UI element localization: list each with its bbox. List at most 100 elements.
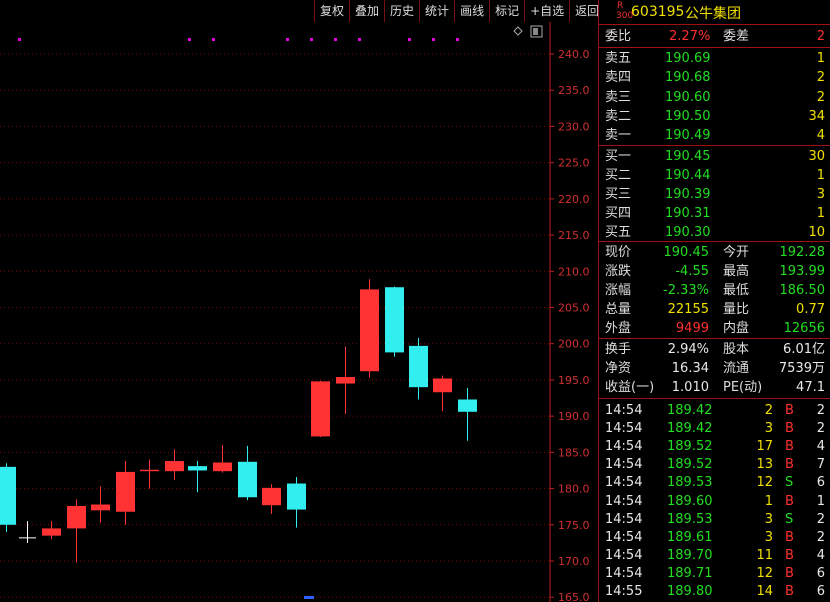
tick-price: 189.53 — [667, 511, 713, 527]
tick-volume: 2 — [764, 403, 773, 418]
tick-row[interactable]: 14:54 189.60 1 B 1 — [599, 492, 830, 511]
toolbar-button-1[interactable]: 叠加 — [349, 0, 384, 22]
order-price: 190.49 — [665, 128, 711, 144]
tick-row[interactable]: 14:54 189.71 12 B 6 — [599, 564, 830, 583]
toolbar-button-3[interactable]: 统计 — [419, 0, 454, 22]
weicha-value: 2 — [816, 29, 825, 44]
y-tick-label: 200.0 — [558, 338, 590, 351]
candle-body — [116, 471, 135, 512]
tick-price: 189.61 — [667, 529, 713, 545]
quote-row: 外盘 9499 内盘 12656 — [599, 319, 830, 338]
tick-count: 7 — [816, 457, 825, 473]
y-tick-label: 210.0 — [558, 265, 590, 278]
order-label: 卖四 — [605, 70, 632, 86]
tick-price: 189.52 — [667, 439, 713, 455]
tick-volume: 11 — [756, 547, 773, 563]
marker-dot — [334, 38, 337, 41]
candle-body — [287, 483, 306, 510]
marker-dot — [188, 38, 191, 41]
toolbar-button-6[interactable]: +自选 — [524, 0, 569, 22]
tick-side: B — [785, 493, 794, 509]
y-tick-label: 170.0 — [558, 555, 590, 568]
candle-body — [360, 289, 379, 372]
y-tick-label: 185.0 — [558, 446, 590, 459]
quote-panel: R 300 603195 公牛集团 委比 2.27% 委差 2 卖五 190.69… — [598, 0, 830, 602]
tick-side: B — [785, 547, 794, 563]
tick-side: B — [785, 403, 794, 418]
quote-row: 现价 190.45 今开 192.28 — [599, 243, 830, 262]
tick-price: 189.70 — [667, 547, 713, 563]
stat-row: 收益(一) 1.010 PE(动) 47.1 — [599, 378, 830, 397]
tick-count: 4 — [816, 547, 825, 563]
tick-price: 189.80 — [667, 584, 713, 599]
tick-volume: 17 — [756, 439, 773, 455]
stat-label: 股本 — [723, 342, 750, 357]
tick-row[interactable]: 14:54 189.42 2 B 2 — [599, 401, 830, 420]
tick-row[interactable]: 14:54 189.61 3 B 2 — [599, 528, 830, 547]
stat-label: 净资 — [605, 361, 632, 377]
tick-volume: 1 — [764, 493, 773, 509]
chart-toolbar: 复权 叠加 历史 统计 画线 标记 +自选 返回 — [314, 0, 604, 22]
candle-body — [238, 461, 257, 498]
tick-price: 189.42 — [667, 403, 713, 418]
tick-row[interactable]: 14:54 189.42 3 B 2 — [599, 419, 830, 438]
tick-side: S — [785, 511, 794, 527]
quote-value: 22155 — [667, 302, 709, 318]
marker-dot — [358, 38, 361, 41]
panel-toggle-fill — [533, 28, 538, 35]
weibi-value: 2.27% — [669, 29, 711, 44]
tick-side: B — [785, 457, 794, 473]
stock-code: 603195 — [631, 4, 685, 20]
candle-body — [91, 504, 110, 511]
candle-body — [140, 469, 159, 472]
buy-row: 买一 190.45 30 — [599, 147, 830, 166]
quote-value: 192.28 — [779, 245, 826, 260]
tick-row[interactable]: 14:54 189.70 11 B 4 — [599, 546, 830, 565]
buy-row: 买五 190.30 10 — [599, 223, 830, 242]
candle-body — [67, 505, 86, 529]
tick-count: 6 — [816, 475, 825, 491]
quote-value: -2.33% — [663, 283, 709, 299]
y-tick-label: 220.0 — [558, 193, 590, 206]
order-label: 买四 — [605, 206, 632, 222]
toolbar-button-0[interactable]: 复权 — [314, 0, 349, 22]
quote-label: 总量 — [605, 302, 632, 318]
tick-volume: 3 — [764, 421, 773, 437]
tick-row[interactable]: 14:55 189.80 14 B 6 — [599, 582, 830, 601]
tick-time: 14:54 — [605, 565, 643, 581]
marker-dot — [456, 38, 459, 41]
marker-dot — [408, 38, 411, 41]
y-tick-label: 235.0 — [558, 84, 590, 97]
order-label: 买一 — [605, 149, 632, 164]
order-volume: 1 — [816, 168, 825, 184]
sell-row: 卖五 190.69 1 — [599, 49, 830, 68]
order-price: 190.60 — [665, 89, 711, 105]
toolbar-button-4[interactable]: 画线 — [454, 0, 489, 22]
candle-body — [385, 287, 404, 353]
quote-row: 总量 22155 量比 0.77 — [599, 300, 830, 319]
y-tick-label: 205.0 — [558, 302, 590, 315]
tick-side: B — [785, 421, 794, 437]
quote-value: 193.99 — [779, 264, 826, 280]
tick-price: 189.71 — [667, 565, 713, 581]
candle-body — [409, 345, 428, 388]
order-volume: 1 — [816, 206, 825, 222]
tick-row[interactable]: 14:54 189.53 3 S 2 — [599, 510, 830, 529]
quote-value: 0.77 — [796, 302, 825, 318]
candle-body — [0, 466, 16, 525]
toolbar-button-5[interactable]: 标记 — [489, 0, 524, 22]
tick-count: 4 — [816, 439, 825, 455]
order-label: 卖三 — [605, 89, 632, 105]
order-volume: 2 — [816, 70, 825, 86]
tick-row[interactable]: 14:54 189.52 13 B 7 — [599, 455, 830, 474]
tick-row[interactable]: 14:54 189.53 12 S 6 — [599, 473, 830, 492]
candlestick-chart[interactable]: 240.0 235.0 230.0 225.0 220.0 215.0 210.0 205.0… — [0, 22, 598, 602]
candle-body — [213, 462, 232, 472]
tick-count: 2 — [816, 403, 825, 418]
sell-row: 卖二 190.50 34 — [599, 107, 830, 126]
buy-row: 买二 190.44 1 — [599, 166, 830, 185]
candle-body — [336, 377, 355, 384]
tick-row[interactable]: 14:54 189.52 17 B 4 — [599, 437, 830, 456]
toolbar-button-2[interactable]: 历史 — [384, 0, 419, 22]
stat-row: 换手 2.94% 股本 6.01亿 — [599, 340, 830, 359]
